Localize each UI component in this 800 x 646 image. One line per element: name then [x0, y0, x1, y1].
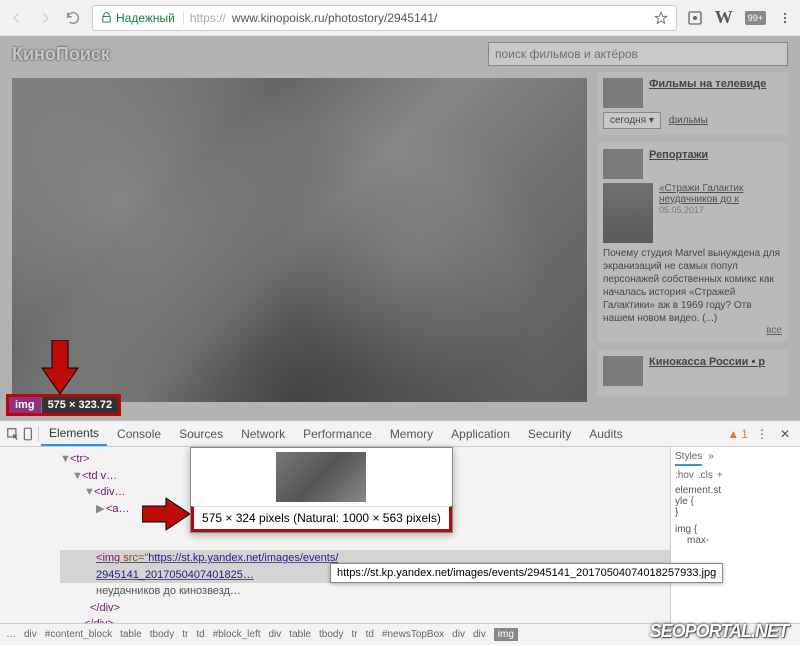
preview-dimensions: 575 × 324 pixels (Natural: 1000 × 563 pi…: [191, 506, 452, 532]
crumb[interactable]: div: [473, 629, 486, 640]
crumb[interactable]: table: [289, 629, 311, 640]
add-rule-icon[interactable]: +: [717, 470, 723, 481]
image-preview-popover: 575 × 324 pixels (Natural: 1000 × 563 pi…: [190, 447, 453, 533]
tab-audits[interactable]: Audits: [581, 423, 630, 445]
styles-more[interactable]: »: [708, 451, 714, 466]
device-icon[interactable]: [22, 427, 36, 441]
back-button[interactable]: [8, 9, 26, 27]
crumb[interactable]: #block_left: [213, 629, 261, 640]
tab-elements[interactable]: Elements: [41, 422, 107, 446]
cls-toggle[interactable]: .cls: [698, 470, 713, 481]
search-input[interactable]: [488, 42, 788, 66]
crumb[interactable]: tr: [351, 629, 357, 640]
crumb[interactable]: #content_block: [45, 629, 112, 640]
devtools-close-icon[interactable]: ✕: [776, 427, 794, 441]
reports-title[interactable]: Репортажи: [649, 149, 708, 175]
site-header: КиноПоиск: [0, 36, 800, 72]
forward-button[interactable]: [36, 9, 54, 27]
site-logo[interactable]: КиноПоиск: [12, 44, 110, 65]
tab-memory[interactable]: Memory: [382, 423, 441, 445]
annotation-arrow-down: [40, 340, 80, 396]
films-link[interactable]: фильмы: [669, 115, 708, 126]
annotation-arrow-right: [142, 496, 192, 532]
tab-application[interactable]: Application: [443, 423, 518, 445]
hero-image[interactable]: [12, 78, 587, 402]
crumb[interactable]: td: [196, 629, 204, 640]
devtools-menu-icon[interactable]: ⋮: [750, 427, 774, 441]
bookmark-icon[interactable]: [654, 11, 668, 25]
kinokassa-title[interactable]: Кинокасса России • р: [649, 356, 765, 382]
reload-button[interactable]: [64, 9, 82, 27]
extension-w-icon[interactable]: W: [715, 7, 733, 28]
tab-security[interactable]: Security: [520, 423, 579, 445]
crumb[interactable]: div: [269, 629, 282, 640]
report-text: Почему студия Marvel вынуждена для экран…: [603, 247, 782, 325]
report-date: 05.05.2017: [659, 205, 743, 215]
report-link[interactable]: «Стражи Галактик: [659, 183, 743, 194]
report-sub[interactable]: неудачников до к: [659, 194, 743, 205]
hov-toggle[interactable]: :hov: [675, 470, 694, 481]
warning-badge[interactable]: ▲1: [727, 427, 748, 441]
crumb[interactable]: tbody: [150, 629, 174, 640]
tab-network[interactable]: Network: [233, 423, 293, 445]
report-thumb[interactable]: [603, 183, 653, 243]
url-protocol: https://: [190, 11, 226, 25]
reports-icon: [603, 149, 643, 179]
kinokassa-icon: [603, 356, 643, 386]
tooltip-tag: img: [9, 397, 41, 413]
tv-title[interactable]: Фильмы на телевиде: [649, 78, 766, 104]
watermark: SEOPORTAL.NET: [650, 621, 788, 642]
inspector-size-tooltip: img 575 × 323.72: [6, 394, 121, 416]
tooltip-dimensions: 575 × 323.72: [41, 397, 119, 413]
secure-label: Надежный: [116, 11, 175, 25]
tab-console[interactable]: Console: [109, 423, 169, 445]
crumb-active[interactable]: img: [494, 628, 518, 641]
url-tooltip: https://st.kp.yandex.net/images/events/2…: [330, 563, 723, 583]
all-link[interactable]: все: [603, 325, 782, 336]
tv-icon: [603, 78, 643, 108]
menu-icon[interactable]: [778, 11, 792, 25]
crumb[interactable]: div: [452, 629, 465, 640]
preview-thumb: [276, 452, 366, 502]
day-select[interactable]: сегодня ▾: [603, 112, 661, 129]
crumb[interactable]: td: [366, 629, 374, 640]
crumb[interactable]: table: [120, 629, 142, 640]
address-bar[interactable]: Надежный https:// www.kinopoisk.ru/photos…: [92, 5, 677, 31]
secure-badge: Надежный: [101, 11, 184, 25]
inspect-icon[interactable]: [6, 427, 20, 441]
crumb[interactable]: #newsTopBox: [382, 629, 444, 640]
crumb[interactable]: tr: [182, 629, 188, 640]
crumb[interactable]: div: [24, 629, 37, 640]
devtools-tabs: Elements Console Sources Network Perform…: [0, 421, 800, 447]
styles-panel[interactable]: Styles » :hov .cls + element.st yle { } …: [670, 447, 800, 623]
browser-toolbar: Надежный https:// www.kinopoisk.ru/photos…: [0, 0, 800, 36]
extension-count-badge[interactable]: 99+: [745, 11, 766, 25]
tab-performance[interactable]: Performance: [295, 423, 380, 445]
sidebar: Фильмы на телевиде сегодня ▾ фильмы Репо…: [597, 72, 788, 404]
page-viewport: КиноПоиск Фильмы на телевиде сегодня ▾ ф…: [0, 36, 800, 420]
tab-sources[interactable]: Sources: [171, 423, 231, 445]
lock-icon: [101, 12, 112, 23]
url-text: www.kinopoisk.ru/photostory/2945141/: [232, 11, 648, 25]
crumb[interactable]: …: [6, 629, 16, 640]
styles-tab[interactable]: Styles: [675, 451, 702, 466]
crumb[interactable]: tbody: [319, 629, 343, 640]
extension-icon[interactable]: [687, 10, 703, 26]
